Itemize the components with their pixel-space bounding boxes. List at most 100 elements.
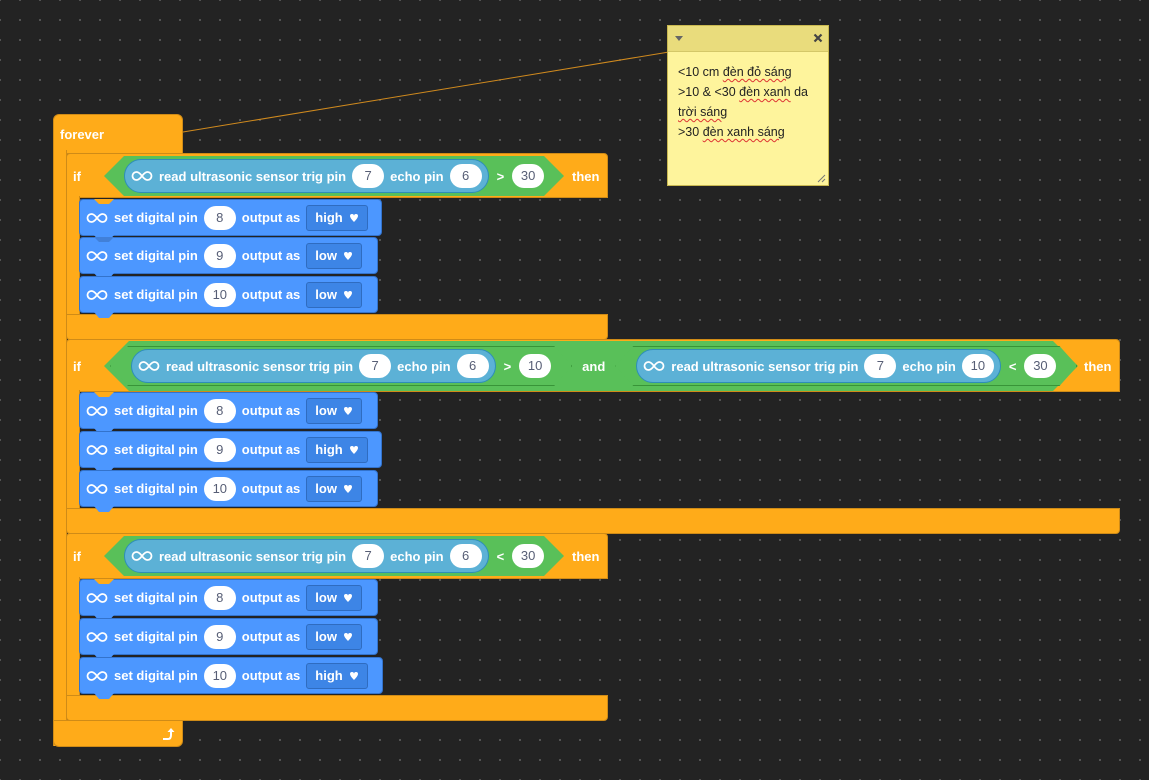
close-icon[interactable] (813, 33, 823, 43)
pin-number-input[interactable]: 10 (203, 476, 236, 501)
resize-grip-icon[interactable] (816, 173, 826, 183)
ultrasonic-reporter[interactable]: read ultrasonic sensor trig pin 7 echo p… (636, 349, 1001, 383)
compare-value-input[interactable]: 30 (512, 164, 545, 188)
echo-pin-input[interactable]: 6 (449, 544, 482, 568)
output-state-dropdown[interactable]: high (306, 662, 368, 689)
arduino-infinity-icon (138, 360, 160, 372)
trig-pin-input[interactable]: 7 (864, 354, 896, 378)
output-state-value: high (315, 668, 343, 683)
note-line: <10 cm đèn đỏ sáng (678, 65, 792, 79)
pin-number-input[interactable]: 8 (203, 398, 236, 423)
note-header[interactable] (668, 26, 828, 52)
output-state-dropdown[interactable]: low (306, 281, 362, 308)
arduino-infinity-icon (86, 405, 108, 416)
echo-pin-input[interactable]: 6 (449, 164, 482, 188)
pin-number-input[interactable]: 8 (203, 585, 236, 610)
if-1-condition[interactable]: read ultrasonic sensor trig pin 7 echo p… (104, 156, 564, 196)
ultrasonic-reporter[interactable]: read ultrasonic sensor trig pin 7 echo p… (124, 159, 489, 193)
set-digital-pin-block[interactable]: set digital pin 9 output as high (79, 431, 382, 473)
dropdown-arrow-icon (343, 251, 352, 260)
output-state-dropdown[interactable]: low (306, 242, 362, 269)
trig-pin-input[interactable]: 7 (359, 354, 391, 378)
trig-pin-input[interactable]: 7 (352, 164, 385, 188)
sensor-label: read ultrasonic sensor trig pin (159, 168, 347, 184)
echo-label: echo pin (902, 358, 956, 374)
arduino-infinity-icon (86, 444, 108, 455)
if-3-arm (66, 577, 80, 697)
pin-number-input[interactable]: 10 (203, 663, 236, 688)
pin-number-input[interactable]: 9 (203, 437, 236, 462)
output-as-label: output as (241, 287, 301, 302)
condition-b[interactable]: read ultrasonic sensor trig pin 7 echo p… (615, 346, 1077, 386)
output-state-dropdown[interactable]: low (306, 397, 362, 424)
output-state-value: low (315, 248, 337, 263)
if-2-label: if (73, 359, 81, 374)
collapse-triangle-icon[interactable] (674, 35, 684, 43)
output-as-label: output as (241, 248, 301, 263)
compare-value-input[interactable]: 10 (519, 354, 551, 378)
if-2-condition-and[interactable]: read ultrasonic sensor trig pin 7 echo p… (104, 341, 1078, 391)
echo-pin-input[interactable]: 10 (962, 354, 994, 378)
comparison-operator: < (496, 548, 505, 564)
output-state-value: high (315, 210, 343, 225)
set-digital-pin-label: set digital pin (114, 442, 198, 457)
set-digital-pin-block[interactable]: set digital pin 8 output as low (79, 579, 378, 621)
if-2-footer (66, 508, 1120, 534)
set-digital-pin-block[interactable]: set digital pin 10 output as low (79, 276, 378, 318)
arduino-infinity-icon (131, 551, 153, 561)
set-digital-pin-block[interactable]: set digital pin 10 output as high (79, 657, 383, 699)
output-state-value: low (315, 481, 337, 496)
comparison-operator: > (496, 168, 505, 184)
note-line: >30 đèn xanh sáng (678, 125, 785, 139)
set-digital-pin-block[interactable]: set digital pin 8 output as low (79, 392, 378, 434)
output-as-label: output as (241, 481, 301, 496)
arduino-infinity-icon (86, 212, 108, 223)
pin-number-input[interactable]: 8 (203, 205, 236, 230)
output-state-value: low (315, 287, 337, 302)
output-state-dropdown[interactable]: low (306, 623, 362, 650)
ultrasonic-reporter[interactable]: read ultrasonic sensor trig pin 7 echo p… (131, 349, 496, 383)
set-digital-pin-block[interactable]: set digital pin 9 output as low (79, 618, 378, 660)
set-digital-pin-block[interactable]: set digital pin 9 output as low (79, 237, 378, 279)
output-state-value: low (315, 403, 337, 418)
compare-value-input[interactable]: 30 (512, 544, 545, 568)
comment-note[interactable]: <10 cm đèn đỏ sáng >10 & <30 đèn xanh da… (667, 25, 829, 186)
output-state-dropdown[interactable]: high (306, 204, 368, 231)
set-digital-pin-label: set digital pin (114, 403, 198, 418)
if-1-label: if (73, 169, 81, 184)
arduino-infinity-icon (86, 592, 108, 603)
pin-number-input[interactable]: 9 (203, 624, 236, 649)
output-as-label: output as (241, 403, 301, 418)
compare-value-input[interactable]: 30 (1024, 354, 1056, 378)
output-state-dropdown[interactable]: high (306, 436, 368, 463)
output-state-dropdown[interactable]: low (306, 584, 362, 611)
dropdown-arrow-icon (349, 445, 358, 454)
condition-a[interactable]: read ultrasonic sensor trig pin 7 echo p… (110, 346, 572, 386)
comparison-operator: < (1008, 358, 1017, 374)
echo-pin-input[interactable]: 6 (457, 354, 489, 378)
ultrasonic-reporter[interactable]: read ultrasonic sensor trig pin 7 echo p… (124, 539, 489, 573)
set-digital-pin-label: set digital pin (114, 248, 198, 263)
sensor-label: read ultrasonic sensor trig pin (159, 548, 347, 564)
set-digital-pin-label: set digital pin (114, 210, 198, 225)
note-line: trời sáng (678, 105, 728, 119)
arduino-infinity-icon (86, 250, 108, 261)
dropdown-arrow-icon (343, 593, 352, 602)
set-digital-pin-block[interactable]: set digital pin 10 output as low (79, 470, 378, 512)
note-text[interactable]: <10 cm đèn đỏ sáng >10 & <30 đèn xanh da… (668, 52, 828, 152)
sensor-label: read ultrasonic sensor trig pin (166, 358, 354, 374)
arduino-infinity-icon (86, 483, 108, 494)
set-digital-pin-label: set digital pin (114, 629, 198, 644)
output-state-dropdown[interactable]: low (306, 475, 362, 502)
echo-label: echo pin (397, 358, 451, 374)
pin-number-input[interactable]: 10 (203, 282, 236, 307)
pin-number-input[interactable]: 9 (203, 243, 236, 268)
if-3-condition[interactable]: read ultrasonic sensor trig pin 7 echo p… (104, 536, 564, 576)
arduino-infinity-icon (131, 171, 153, 181)
if-1-arm (66, 196, 80, 316)
forever-label: forever (60, 127, 105, 142)
note-line: >10 & <30 đèn xanh da (678, 85, 808, 99)
output-as-label: output as (241, 590, 301, 605)
set-digital-pin-block[interactable]: set digital pin 8 output as high (79, 199, 382, 241)
trig-pin-input[interactable]: 7 (352, 544, 385, 568)
